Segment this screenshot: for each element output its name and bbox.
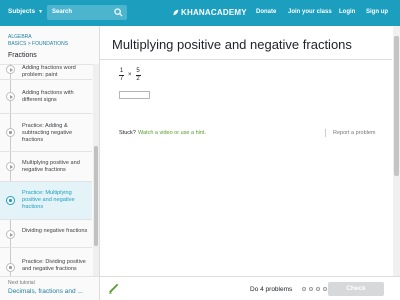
progress-dot <box>323 287 327 291</box>
subjects-label: Subjects <box>8 8 36 15</box>
breadcrumb-line-2[interactable]: BASICS > FOUNDATIONS <box>8 41 68 48</box>
top-navigation-bar: Subjects ▼ Search KHANACADEMY Donate Joi… <box>0 0 400 26</box>
next-tutorial-label: Next tutorial <box>8 280 35 286</box>
play-icon <box>6 65 15 74</box>
subjects-menu[interactable]: Subjects ▼ <box>8 8 43 15</box>
progress-dot <box>316 287 320 291</box>
list-item[interactable]: Multiplying positive and negative fracti… <box>0 152 92 182</box>
next-tutorial-link[interactable]: Decimals, fractions and ... <box>8 288 83 295</box>
fraction-1-numerator: 1 <box>119 68 124 74</box>
list-item-label: Practice: Adding & subtracting negative … <box>22 123 73 143</box>
divider <box>100 59 392 60</box>
list-item-label: Practice: Dividing positive and negative… <box>22 259 86 272</box>
fraction-2-numerator: 5 <box>136 68 140 74</box>
list-item[interactable]: Dividing negative fractions <box>0 220 92 248</box>
tutorial-sidebar: ALGEBRA BASICS > FOUNDATIONS Fractions A… <box>0 26 100 300</box>
answer-input[interactable] <box>119 91 150 99</box>
search-icon[interactable] <box>114 8 123 17</box>
stuck-label: Stuck? <box>119 130 136 136</box>
page-title: Multiplying positive and negative fracti… <box>112 37 352 52</box>
list-item-label: Adding fractions word problem: paint <box>22 65 76 78</box>
sidebar-scroll-thumb[interactable] <box>94 146 98 246</box>
login-link[interactable]: Login <box>339 9 355 15</box>
fraction-2-denominator: 2 <box>136 76 140 82</box>
check-button[interactable]: Check <box>328 282 384 296</box>
khan-academy-logo[interactable]: KHANACADEMY <box>172 8 247 17</box>
fraction-2: 5 2 <box>135 68 141 82</box>
play-icon <box>6 162 15 171</box>
multiply-operator: × <box>128 72 132 78</box>
play-icon <box>6 230 15 239</box>
next-tutorial[interactable]: Next tutorial Decimals, fractions and ..… <box>0 276 99 300</box>
hint-link[interactable]: Watch a video or use a hint. <box>138 130 206 136</box>
section-title: Fractions <box>8 52 37 59</box>
progress-dot <box>309 287 313 291</box>
star-icon <box>6 196 15 205</box>
list-item-label: Dividing negative fractions <box>22 228 88 234</box>
fraction-1-denominator: 7 <box>119 76 124 82</box>
leaf-icon <box>173 9 179 16</box>
donate-link[interactable]: Donate <box>256 9 276 15</box>
progress-dots <box>302 287 327 291</box>
exercise-footer: Do 4 problems Check <box>100 276 400 300</box>
search-input[interactable]: Search <box>52 9 72 15</box>
play-icon <box>6 92 15 101</box>
fraction-1: 1 7 <box>119 68 124 82</box>
logo-text: KHANACADEMY <box>181 8 247 17</box>
list-item[interactable]: Practice: Adding & subtracting negative … <box>0 114 92 152</box>
list-item-label: Practice: Multiplying positive and negat… <box>22 190 75 210</box>
report-problem-link[interactable]: Report a problem <box>333 130 376 136</box>
chevron-down-icon: ▼ <box>38 8 44 15</box>
exercise-panel: Multiplying positive and negative fracti… <box>100 26 400 300</box>
join-class-link[interactable]: Join your class <box>288 9 332 15</box>
list-item-label: Adding fractions with different signs <box>22 90 74 103</box>
search-box[interactable]: Search <box>47 5 127 20</box>
breadcrumb-line-1[interactable]: ALGEBRA <box>8 34 68 41</box>
list-item[interactable]: Adding fractions word problem: paint <box>0 64 92 80</box>
divider <box>325 129 326 137</box>
star-icon <box>6 263 15 272</box>
list-item[interactable]: Adding fractions with different signs <box>0 80 92 114</box>
list-item-active[interactable]: Practice: Multiplying positive and negat… <box>0 182 92 220</box>
signup-link[interactable]: Sign up <box>366 9 388 15</box>
progress-dot <box>302 287 306 291</box>
breadcrumb[interactable]: ALGEBRA BASICS > FOUNDATIONS <box>8 34 68 48</box>
problem-count-label: Do 4 problems <box>250 286 293 293</box>
main-scroll-thumb[interactable] <box>394 36 399 176</box>
tutorial-list: Adding fractions word problem: paint Add… <box>0 64 92 290</box>
scratchpad-pencil-icon[interactable] <box>108 283 119 294</box>
math-expression: 1 7 × 5 2 <box>119 68 141 82</box>
star-icon <box>6 128 15 137</box>
list-item-label: Multiplying positive and negative fracti… <box>22 160 80 173</box>
